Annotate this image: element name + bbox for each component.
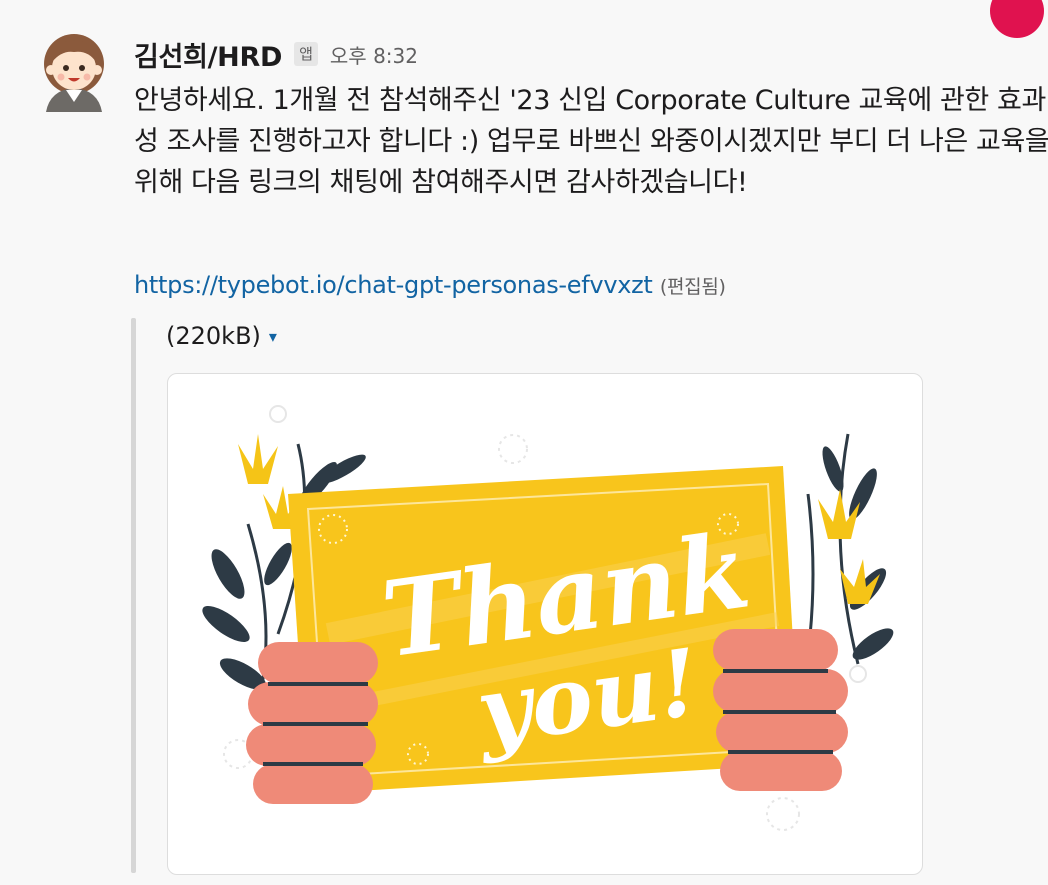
attachment-image[interactable]: Thank you! bbox=[167, 373, 923, 875]
thank-you-illustration: Thank you! bbox=[202, 405, 894, 831]
file-size: (220kB) bbox=[166, 322, 261, 350]
caret-down-icon[interactable]: ▾ bbox=[269, 327, 277, 346]
avatar[interactable] bbox=[32, 28, 116, 112]
survey-link[interactable]: https://typebot.io/chat-gpt-personas-efv… bbox=[134, 271, 653, 299]
left-hand-icon bbox=[246, 642, 378, 804]
right-hand-icon bbox=[713, 629, 848, 791]
sender-name[interactable]: 김선희/HRD bbox=[134, 35, 282, 74]
message-header: 김선희/HRD 앱 오후 8:32 bbox=[134, 34, 418, 74]
message-container: 김선희/HRD 앱 오후 8:32 안녕하세요. 1개월 전 참석해주신 '23… bbox=[10, 0, 1048, 885]
attachment-bar bbox=[131, 318, 136, 873]
edited-label: (편집됨) bbox=[659, 276, 726, 298]
attachment-header[interactable]: (220kB) ▾ bbox=[166, 322, 277, 350]
message-text: 안녕하세요. 1개월 전 참석해주신 '23 신입 Corporate Cult… bbox=[134, 85, 1048, 198]
notification-dot bbox=[990, 0, 1044, 38]
app-badge: 앱 bbox=[294, 42, 318, 66]
right-flowers-icon bbox=[818, 489, 880, 604]
link-line: https://typebot.io/chat-gpt-personas-efv… bbox=[134, 267, 726, 305]
timestamp[interactable]: 오후 8:32 bbox=[330, 40, 418, 69]
